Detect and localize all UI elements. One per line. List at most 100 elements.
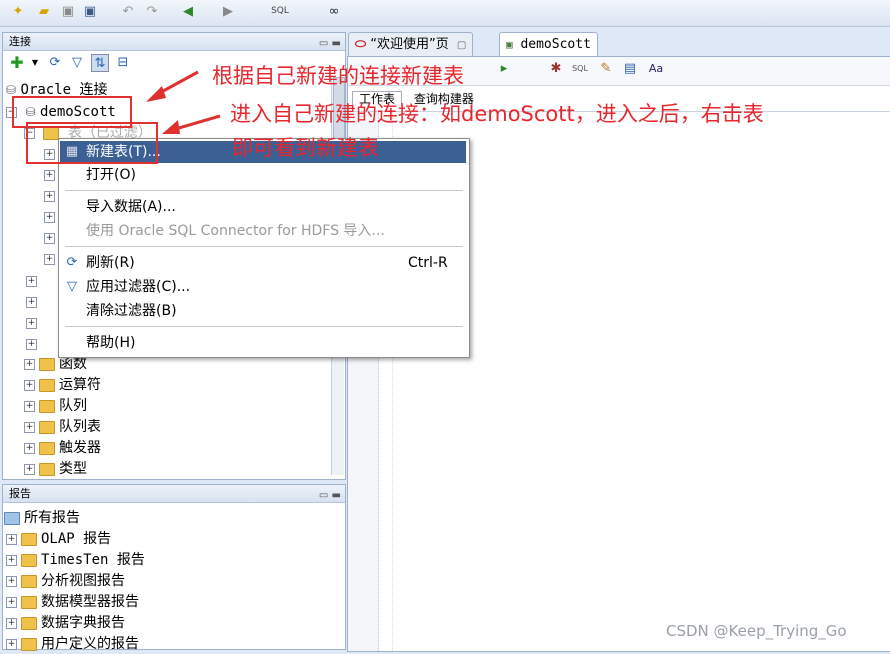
expand-icon[interactable]: +: [44, 212, 55, 223]
tree-node-types[interactable]: + 类型: [24, 459, 87, 479]
expand-icon[interactable]: +: [44, 170, 55, 181]
save-all-icon[interactable]: ▣: [82, 3, 98, 19]
connections-panel-header: 连接 ▭ ▬: [3, 33, 345, 51]
folder-icon: [39, 357, 55, 371]
tab-demoscott[interactable]: ▣ demoScott: [499, 32, 598, 57]
reports-panel-title: 报告: [9, 487, 31, 500]
annotation-text-3: 即可看到新建表: [232, 136, 379, 160]
folder-icon: [39, 441, 55, 455]
tab-welcome[interactable]: ⬭ “欢迎使用”页 ▢: [348, 32, 474, 57]
expand-icon[interactable]: +: [44, 254, 55, 265]
sql-icon[interactable]: SQL: [572, 60, 588, 76]
report-item-timesten[interactable]: + TimesTen 报告: [6, 550, 145, 570]
chevron-down-icon[interactable]: ▼: [27, 54, 43, 70]
collapse-all-icon[interactable]: ⊟: [115, 54, 131, 70]
open-folder-icon[interactable]: ▰: [36, 3, 52, 19]
commit-icon[interactable]: ✱: [548, 60, 564, 76]
schema-browser-icon[interactable]: ⇅: [91, 54, 109, 72]
folder-icon: [39, 378, 55, 392]
menu-item-open[interactable]: 打开(O): [60, 164, 466, 186]
context-menu: ▦ 新建表(T)... 打开(O) 导入数据(A)... 使用 Oracle S…: [58, 138, 470, 358]
new-file-icon[interactable]: ✦: [10, 3, 26, 19]
menu-separator: [65, 190, 463, 191]
forward-icon[interactable]: ▶: [220, 3, 236, 19]
tree-all-reports[interactable]: 所有报告: [4, 508, 80, 528]
report-item-data-modeler[interactable]: + 数据模型器报告: [6, 592, 139, 612]
expand-icon[interactable]: +: [26, 276, 37, 287]
tree-node-queues[interactable]: + 队列: [24, 396, 87, 416]
tree-node-triggers[interactable]: + 触发器: [24, 438, 101, 458]
expand-icon[interactable]: +: [24, 463, 35, 475]
expand-icon[interactable]: +: [6, 596, 17, 608]
panel-minimize-icon[interactable]: ▭ ▬: [319, 35, 341, 52]
tree-node-operators[interactable]: + 运算符: [24, 375, 101, 395]
report-item-user-defined[interactable]: + 用户定义的报告: [6, 634, 139, 654]
menu-item-help[interactable]: 帮助(H): [60, 332, 466, 354]
binoculars-icon[interactable]: ∞: [326, 3, 342, 19]
arrow-line: [171, 114, 221, 132]
annotation-text-2: 进入自己新建的连接：如demoScott，进入之后，右击表: [230, 102, 764, 126]
expand-icon[interactable]: +: [6, 575, 17, 587]
expand-icon[interactable]: +: [24, 358, 35, 370]
undo-icon[interactable]: ↶: [120, 3, 136, 19]
main-toolbar: ✦ ▰ ▣ ▣ ↶ ↷ ◀ ▶ SQL ∞: [0, 0, 890, 27]
tree-node-queue-tables[interactable]: + 队列表: [24, 417, 101, 437]
expand-icon[interactable]: +: [26, 318, 37, 329]
sql-icon[interactable]: SQL: [271, 3, 289, 19]
format-icon[interactable]: Aa: [648, 60, 664, 76]
filter-icon[interactable]: ▽: [69, 54, 85, 70]
menu-item-import-hdfs: 使用 Oracle SQL Connector for HDFS 导入...: [86, 223, 385, 239]
refresh-icon: ⟳: [66, 255, 78, 270]
sql-worksheet-icon: ▣: [506, 38, 513, 51]
save-icon[interactable]: ▣: [60, 3, 76, 19]
folder-icon: [21, 616, 37, 630]
annotation-text-1: 根据自己新建的连接新建表: [212, 64, 464, 88]
annotation-box-tables: [26, 122, 158, 164]
expand-icon[interactable]: +: [44, 233, 55, 244]
redo-icon[interactable]: ↷: [144, 3, 160, 19]
folder-icon: [21, 553, 37, 567]
reports-panel-header: 报告 ▭ ▬: [3, 485, 345, 503]
menu-item-refresh[interactable]: ⟳ 刷新(R) Ctrl-R: [60, 252, 466, 274]
expand-icon[interactable]: +: [6, 533, 17, 545]
folder-icon: [21, 532, 37, 546]
expand-icon[interactable]: +: [26, 339, 37, 350]
refresh-icon[interactable]: ⟳: [47, 54, 63, 70]
expand-icon[interactable]: +: [44, 191, 55, 202]
close-icon[interactable]: ▢: [457, 40, 466, 51]
expand-icon[interactable]: +: [6, 638, 17, 650]
folder-icon: [39, 420, 55, 434]
eraser-icon[interactable]: ✎: [598, 60, 614, 76]
filter-icon: ▽: [67, 279, 77, 294]
arrowhead-icon: [162, 120, 180, 134]
expand-icon[interactable]: +: [6, 617, 17, 629]
database-icon: ⛁: [6, 83, 17, 97]
report-item-analytic-views[interactable]: + 分析视图报告: [6, 571, 125, 591]
expand-icon[interactable]: +: [6, 554, 17, 566]
report-item-data-dictionary[interactable]: + 数据字典报告: [6, 613, 125, 633]
expand-icon[interactable]: +: [24, 442, 35, 454]
folder-icon: [39, 462, 55, 476]
arrowhead-icon: [146, 86, 166, 102]
expand-icon[interactable]: +: [24, 400, 35, 412]
watermark: CSDN @Keep_Trying_Go: [666, 622, 847, 640]
panel-minimize-icon[interactable]: ▭ ▬: [319, 487, 341, 504]
connections-panel-title: 连接: [9, 35, 31, 48]
menu-item-apply-filter[interactable]: ▽ 应用过滤器(C)...: [60, 276, 466, 298]
back-icon[interactable]: ◀: [180, 3, 196, 19]
menu-separator: [65, 326, 463, 327]
folder-icon: [21, 637, 37, 651]
explain-plan-icon[interactable]: ▤: [622, 60, 638, 76]
run-icon[interactable]: ▸: [496, 60, 512, 76]
folder-icon: [39, 399, 55, 413]
menu-item-clear-filter[interactable]: 清除过滤器(B): [60, 300, 466, 322]
add-connection-icon[interactable]: ✚: [9, 53, 25, 72]
report-item-olap[interactable]: + OLAP 报告: [6, 529, 111, 549]
expand-icon[interactable]: +: [26, 297, 37, 308]
menu-item-import-data[interactable]: 导入数据(A)...: [60, 196, 466, 218]
folder-icon: [21, 595, 37, 609]
menu-separator: [65, 246, 463, 247]
reports-icon: [4, 511, 20, 525]
expand-icon[interactable]: +: [24, 379, 35, 391]
expand-icon[interactable]: +: [24, 421, 35, 433]
